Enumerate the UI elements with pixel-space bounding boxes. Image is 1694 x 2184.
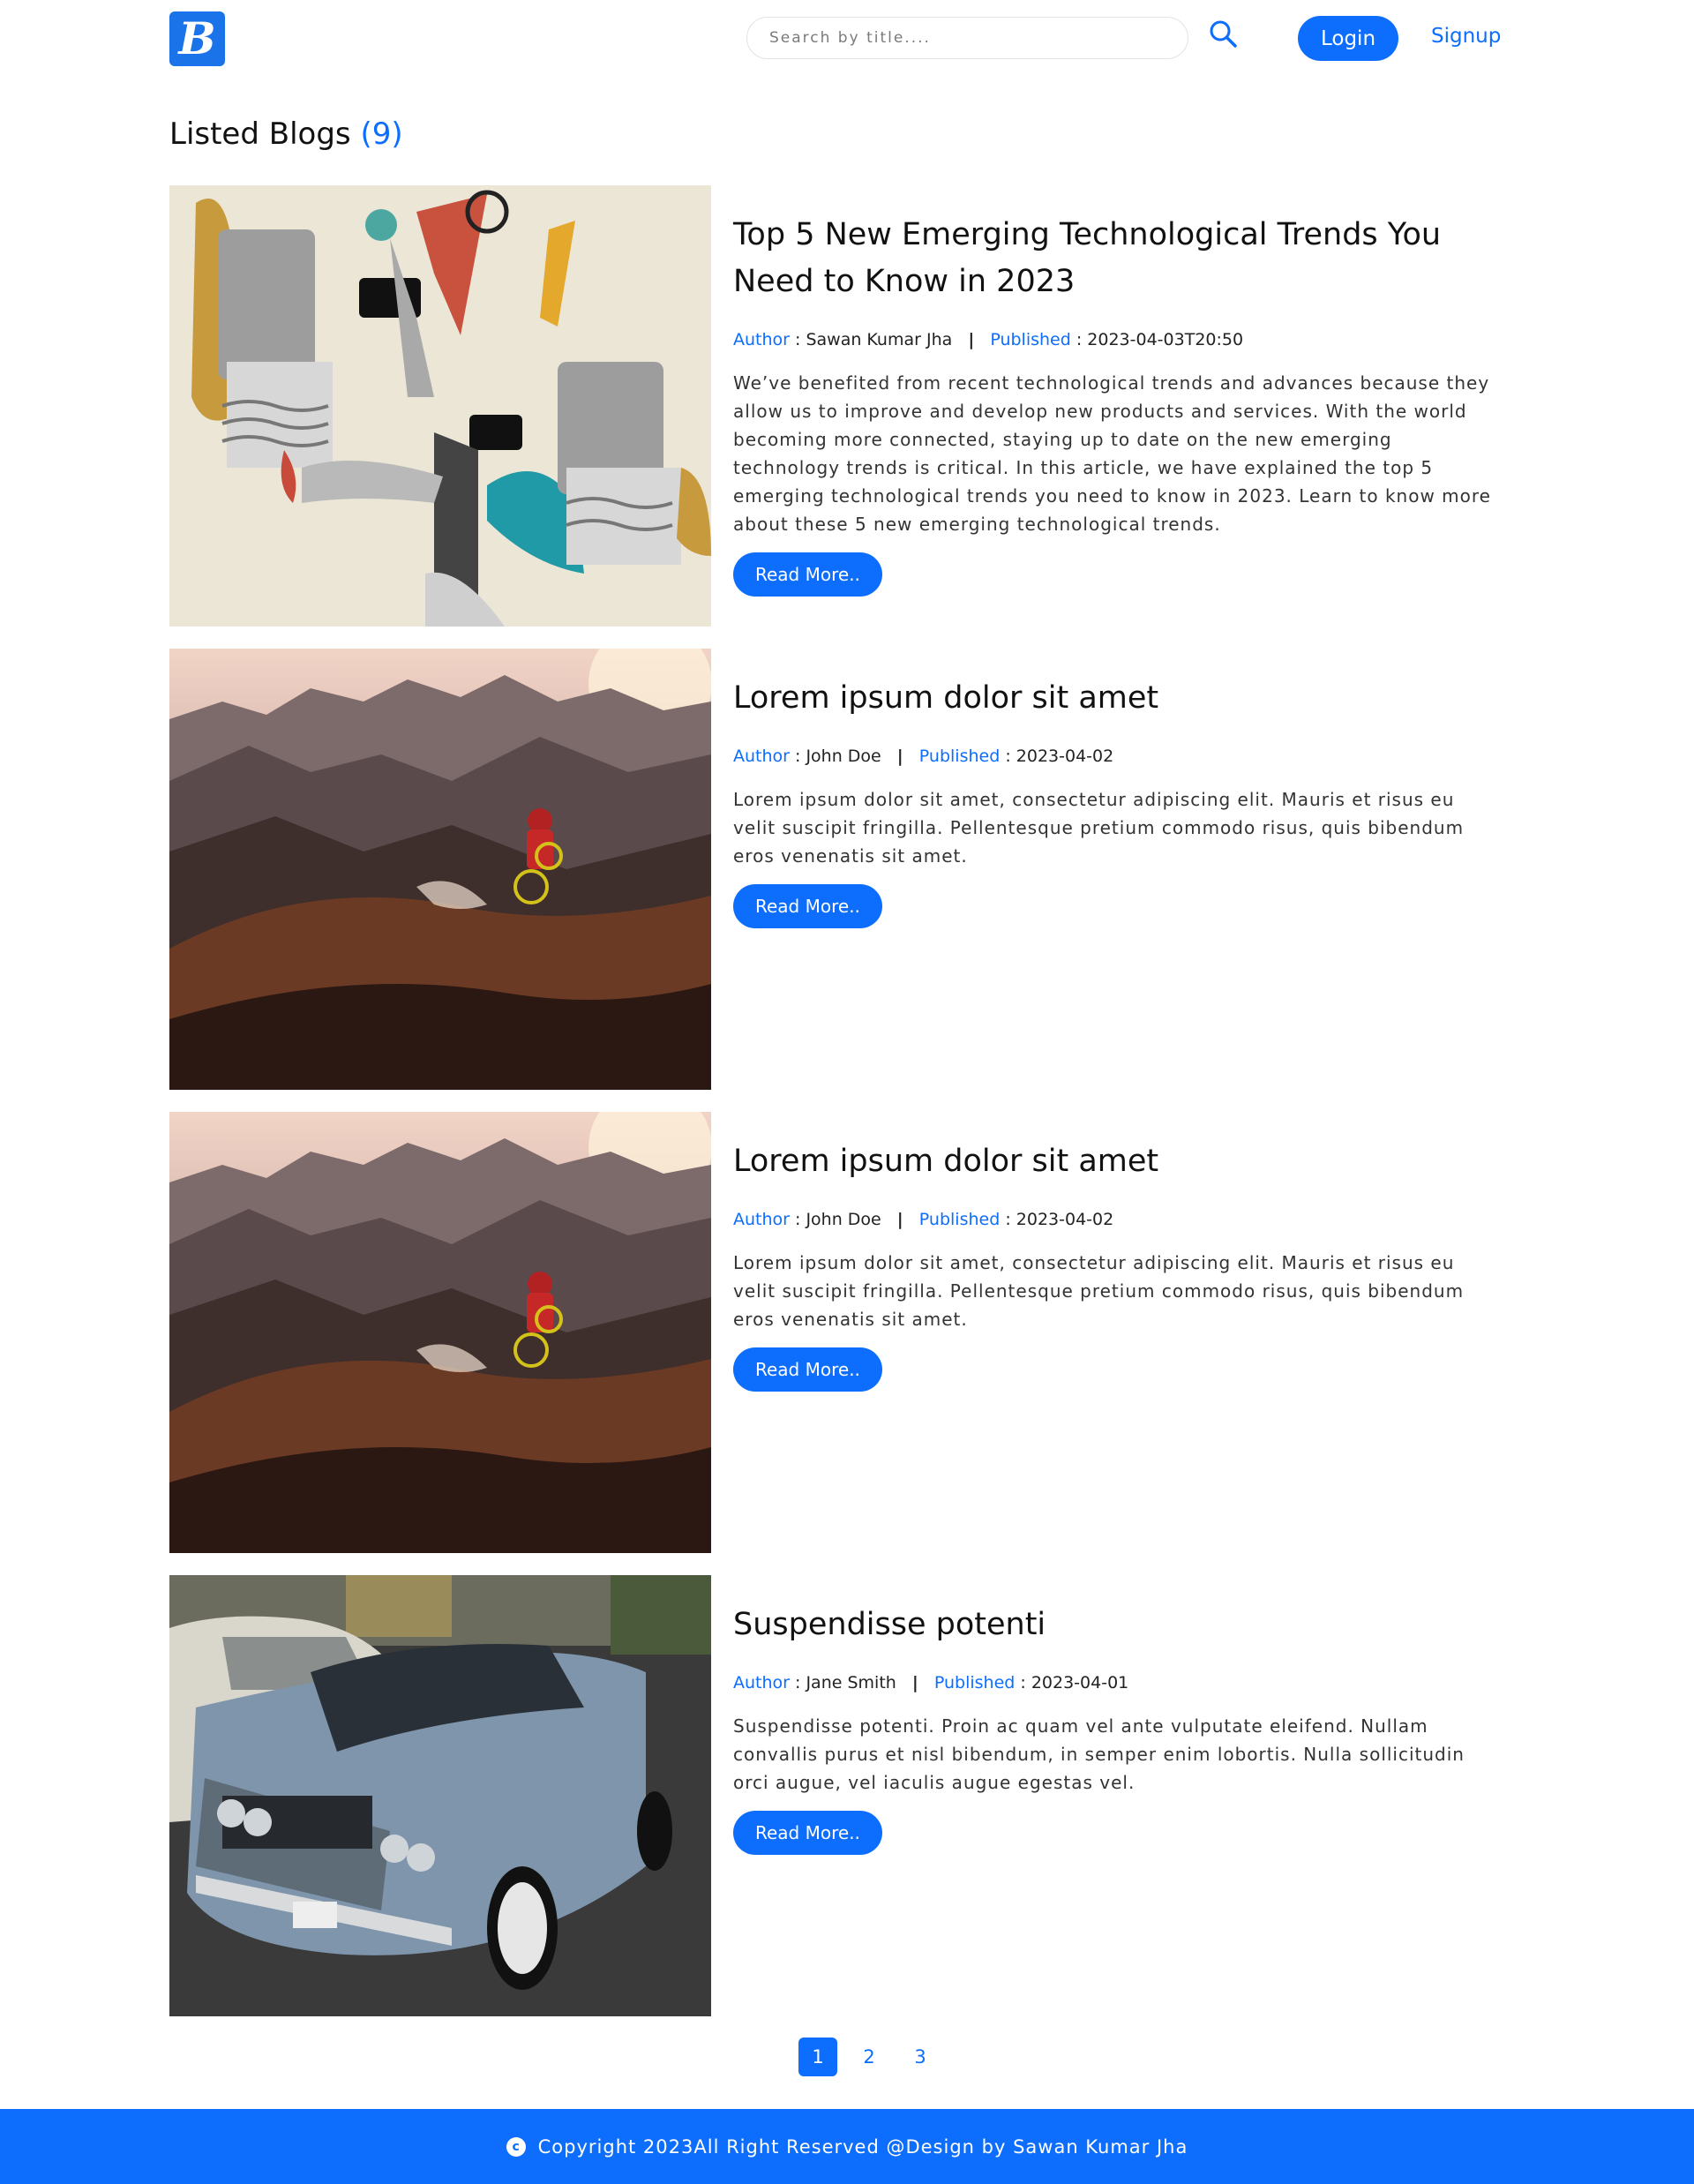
published-label: Published bbox=[918, 1210, 1001, 1229]
blog-description: Lorem ipsum dolor sit amet, consectetur … bbox=[733, 1252, 1465, 1330]
blog-title[interactable]: Top 5 New Emerging Technological Trends … bbox=[733, 212, 1492, 305]
blog-description: We’ve benefited from recent technologica… bbox=[733, 372, 1491, 535]
author-name: John Doe bbox=[806, 747, 881, 766]
blog-card: Lorem ipsum dolor sit amet Author : John… bbox=[169, 1112, 1503, 1553]
blog-meta: Author : John Doe | Published : 2023-04-… bbox=[733, 1210, 1114, 1229]
page-link-3[interactable]: 3 bbox=[901, 2038, 940, 2076]
author-label: Author bbox=[733, 747, 790, 766]
author-label: Author bbox=[733, 330, 790, 349]
blog-meta: Author : John Doe | Published : 2023-04-… bbox=[733, 747, 1114, 766]
published-date: 2023-04-02 bbox=[1016, 747, 1114, 766]
blog-title[interactable]: Lorem ipsum dolor sit amet bbox=[733, 1138, 1492, 1185]
author-name: John Doe bbox=[806, 1210, 881, 1229]
footer-content: c Copyright 2023All Right Reserved @Desi… bbox=[0, 2109, 1694, 2184]
published-label: Published bbox=[918, 747, 1001, 766]
copyright-icon: c bbox=[506, 2136, 526, 2157]
blog-card: Suspendisse potenti Author : Jane Smith … bbox=[169, 1575, 1503, 2016]
published-date: 2023-04-03T20:50 bbox=[1087, 330, 1244, 349]
blog-count: (9) bbox=[360, 116, 403, 152]
blog-title[interactable]: Suspendisse potenti bbox=[733, 1602, 1492, 1648]
blog-thumbnail[interactable] bbox=[169, 185, 711, 627]
author-label: Author bbox=[733, 1673, 790, 1692]
search-icon[interactable] bbox=[1207, 18, 1242, 53]
site-logo[interactable]: B bbox=[169, 11, 225, 66]
author-name: Jane Smith bbox=[806, 1673, 896, 1692]
meta-separator: | bbox=[896, 747, 903, 766]
blog-thumbnail[interactable] bbox=[169, 1575, 711, 2016]
author-name: Sawan Kumar Jha bbox=[806, 330, 953, 349]
read-more-button[interactable]: Read More.. bbox=[733, 552, 882, 597]
published-label: Published bbox=[990, 330, 1071, 349]
published-date: 2023-04-02 bbox=[1016, 1210, 1114, 1229]
page-title: Listed Blogs (9) bbox=[169, 116, 403, 152]
page-title-text: Listed Blogs bbox=[169, 116, 351, 152]
blog-title[interactable]: Lorem ipsum dolor sit amet bbox=[733, 675, 1492, 722]
read-more-button[interactable]: Read More.. bbox=[733, 1347, 882, 1392]
search-input[interactable] bbox=[746, 17, 1188, 59]
signup-link[interactable]: Signup bbox=[1431, 25, 1501, 48]
blog-card: Top 5 New Emerging Technological Trends … bbox=[169, 185, 1503, 627]
published-label: Published bbox=[933, 1673, 1016, 1692]
author-label: Author bbox=[733, 1210, 790, 1229]
blog-card: Lorem ipsum dolor sit amet Author : John… bbox=[169, 649, 1503, 1090]
blog-content: Suspendisse potenti Author : Jane Smith … bbox=[733, 1602, 1492, 1855]
blog-description: Lorem ipsum dolor sit amet, consectetur … bbox=[733, 789, 1465, 867]
read-more-button[interactable]: Read More.. bbox=[733, 1811, 882, 1855]
published-date: 2023-04-01 bbox=[1031, 1673, 1129, 1692]
blog-description: Suspendisse potenti. Proin ac quam vel a… bbox=[733, 1715, 1465, 1793]
pagination: 1 2 3 bbox=[798, 2038, 940, 2076]
meta-separator: | bbox=[968, 330, 975, 349]
login-button[interactable]: Login bbox=[1298, 16, 1398, 61]
page-link-2[interactable]: 2 bbox=[850, 2038, 888, 2076]
blog-thumbnail[interactable] bbox=[169, 649, 711, 1090]
blog-meta: Author : Jane Smith | Published : 2023-0… bbox=[733, 1673, 1129, 1692]
blog-content: Top 5 New Emerging Technological Trends … bbox=[733, 212, 1492, 597]
site-footer: c Copyright 2023All Right Reserved @Desi… bbox=[0, 2109, 1694, 2184]
blog-thumbnail[interactable] bbox=[169, 1112, 711, 1553]
blog-content: Lorem ipsum dolor sit amet Author : John… bbox=[733, 675, 1492, 928]
blog-content: Lorem ipsum dolor sit amet Author : John… bbox=[733, 1138, 1492, 1392]
page-link-1[interactable]: 1 bbox=[798, 2038, 837, 2076]
blog-meta: Author : Sawan Kumar Jha | Published : 2… bbox=[733, 330, 1244, 349]
meta-separator: | bbox=[911, 1673, 918, 1692]
footer-text: Copyright 2023All Right Reserved @Design… bbox=[537, 2135, 1188, 2158]
meta-separator: | bbox=[896, 1210, 903, 1229]
read-more-button[interactable]: Read More.. bbox=[733, 884, 882, 928]
site-header: B Login Signup bbox=[0, 0, 1694, 78]
